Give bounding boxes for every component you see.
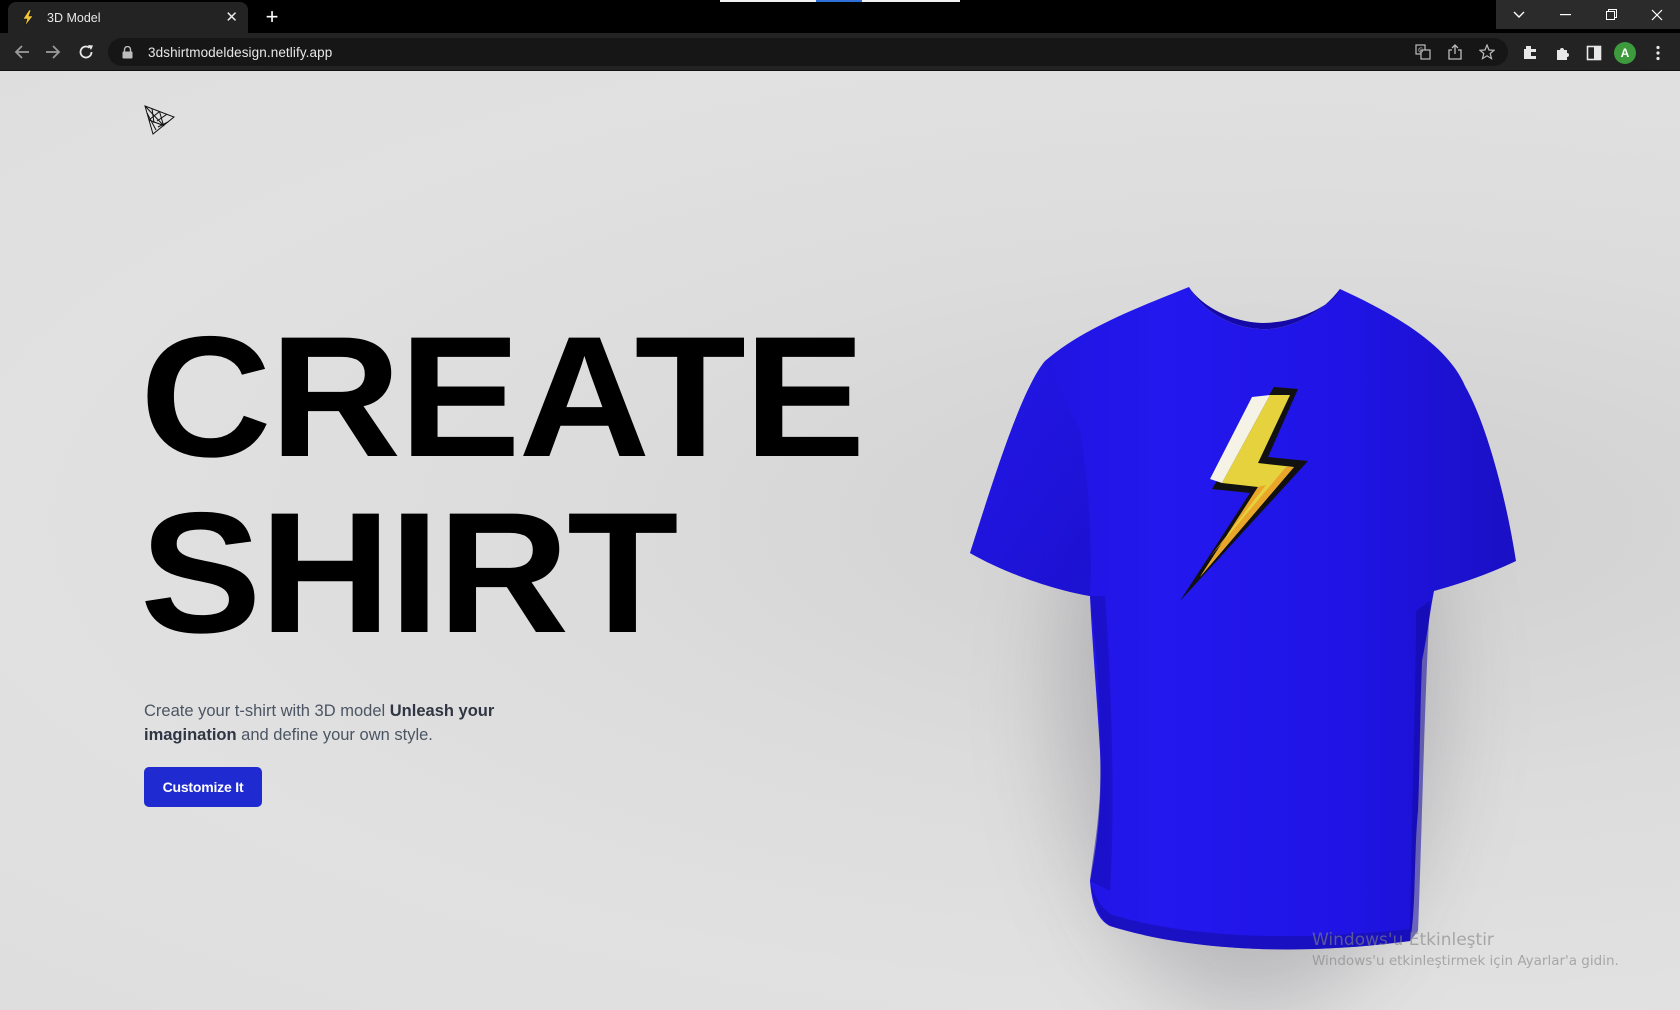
share-icon[interactable] xyxy=(1446,43,1464,61)
svg-text:G: G xyxy=(1418,47,1423,55)
reload-button[interactable] xyxy=(74,40,98,64)
more-menu-icon[interactable] xyxy=(1648,42,1668,64)
new-tab-button[interactable]: + xyxy=(260,5,284,29)
hero-headline: CREATE SHIRT xyxy=(140,301,865,669)
hero-description: Create your t-shirt with 3D model Unleas… xyxy=(144,699,544,747)
close-icon xyxy=(1651,9,1663,20)
headline-line-create: CREATE xyxy=(140,301,865,493)
threejs-logo-icon[interactable] xyxy=(142,103,176,137)
lightning-bolt-icon xyxy=(22,9,38,26)
forward-button[interactable] xyxy=(41,40,65,64)
arrow-left-icon xyxy=(14,45,29,59)
description-text: Create your t-shirt with 3D model xyxy=(144,702,390,720)
description-text-end: and define your own style. xyxy=(236,726,433,744)
close-tab-icon[interactable]: ✕ xyxy=(225,10,238,25)
headline-line-shirt: SHIRT xyxy=(140,477,678,669)
bookmark-star-icon[interactable] xyxy=(1478,43,1496,61)
customize-it-button[interactable]: Customize It xyxy=(144,767,262,807)
translate-icon[interactable]: G xyxy=(1414,43,1432,61)
url-text: 3dshirtmodeldesign.netlify.app xyxy=(148,44,333,60)
minimize-button[interactable] xyxy=(1542,0,1588,29)
minimize-icon xyxy=(1559,13,1571,15)
close-window-button[interactable] xyxy=(1634,0,1680,29)
reload-icon xyxy=(79,45,93,59)
side-panel-icon[interactable] xyxy=(1584,43,1604,63)
profile-avatar[interactable]: A xyxy=(1614,42,1636,64)
address-bar[interactable]: 3dshirtmodeldesign.netlify.app G xyxy=(108,38,1508,66)
arrow-right-icon xyxy=(46,45,61,59)
screen-share-indicator-accent xyxy=(816,0,862,2)
windows-activation-watermark: Windows'u Etkinleştir Windows'u etkinleş… xyxy=(1312,929,1619,971)
back-button[interactable] xyxy=(10,40,34,64)
shirt-body xyxy=(970,287,1516,950)
tab-search-button[interactable] xyxy=(1496,0,1542,29)
tab-title: 3D Model xyxy=(47,10,101,25)
page-content: CREATE SHIRT Create your t-shirt with 3D… xyxy=(0,71,1680,1010)
browser-tab[interactable]: 3D Model ✕ xyxy=(8,2,248,33)
watermark-subtitle: Windows'u etkinleştirmek için Ayarlar'a … xyxy=(1312,953,1619,969)
watermark-title: Windows'u Etkinleştir xyxy=(1312,930,1494,950)
chevron-down-icon xyxy=(1513,11,1525,18)
wallet-extension-icon[interactable] xyxy=(1520,43,1540,63)
browser-toolbar: 3dshirtmodeldesign.netlify.app G A xyxy=(0,33,1680,71)
restore-button[interactable] xyxy=(1588,0,1634,29)
shirt-3d-model[interactable] xyxy=(940,191,1580,971)
lock-icon[interactable] xyxy=(122,45,136,59)
puzzle-extensions-icon[interactable] xyxy=(1552,43,1572,63)
browser-tab-bar: 3D Model ✕ + xyxy=(0,0,1680,33)
restore-icon xyxy=(1605,9,1617,20)
